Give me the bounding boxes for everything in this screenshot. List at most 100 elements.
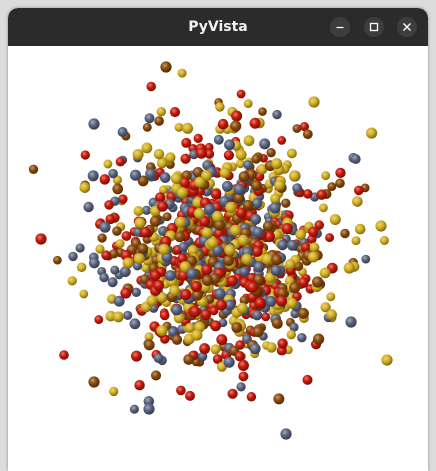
sphere-gold	[271, 158, 283, 170]
sphere-slate	[213, 134, 224, 145]
sphere-gold	[284, 259, 296, 270]
sphere-brown	[160, 61, 172, 73]
sphere-slate	[250, 213, 262, 225]
sphere-gold	[236, 302, 248, 314]
sphere-brown	[312, 276, 324, 288]
sphere-red	[121, 231, 132, 241]
sphere-red	[223, 150, 235, 161]
sphere-gold	[219, 167, 231, 179]
sphere-slate	[277, 239, 288, 251]
sphere-brown	[154, 116, 164, 126]
sphere-gold	[112, 311, 124, 323]
sphere-gold	[170, 172, 182, 185]
sphere-brown	[258, 107, 267, 116]
sphere-gold	[243, 135, 255, 147]
sphere-slate	[259, 138, 271, 150]
sphere-gold	[191, 329, 203, 341]
sphere-gold	[176, 187, 188, 199]
sphere-gold	[174, 122, 184, 132]
sphere-brown	[142, 122, 152, 132]
sphere-red	[231, 110, 243, 122]
render-viewport[interactable]	[8, 46, 428, 471]
sphere-brown	[281, 198, 291, 208]
sphere-gold	[307, 251, 319, 263]
sphere-red	[118, 194, 128, 204]
sphere-slate	[129, 169, 142, 181]
sphere-brown	[183, 354, 194, 365]
sphere-gold	[295, 229, 307, 240]
sphere-brown	[53, 255, 62, 265]
sphere-red	[94, 315, 104, 325]
sphere-gold	[132, 148, 144, 161]
sphere-gold	[174, 216, 187, 228]
sphere-gold	[351, 236, 361, 246]
sphere-slate	[265, 295, 277, 307]
sphere-slate	[221, 180, 233, 192]
sphere-gold	[156, 325, 168, 337]
sphere-gold	[375, 220, 387, 232]
sphere-slate	[153, 353, 164, 364]
sphere-slate	[87, 170, 99, 182]
sphere-slate	[75, 243, 85, 253]
sphere-brown	[112, 226, 122, 236]
sphere-red	[238, 371, 249, 382]
sphere-red	[234, 351, 245, 362]
sphere-gold	[79, 289, 89, 299]
sphere-red	[180, 153, 191, 164]
sphere-red	[236, 89, 246, 99]
sphere-slate	[123, 310, 133, 321]
sphere-red	[80, 150, 90, 160]
sphere-gold	[146, 295, 158, 307]
sphere-slate	[68, 251, 78, 262]
sphere-gold	[193, 208, 205, 219]
sphere-brown	[250, 180, 263, 192]
sphere-slate	[224, 139, 235, 151]
sphere-slate	[223, 356, 235, 368]
sphere-brown	[231, 322, 243, 333]
sphere-gold	[379, 235, 389, 245]
sphere-gold	[67, 276, 77, 286]
sphere-slate	[270, 264, 282, 276]
sphere-gold	[224, 244, 236, 256]
sphere-gold	[201, 227, 213, 239]
sphere-red	[189, 305, 201, 318]
sphere-brown	[174, 231, 186, 243]
sphere-gold	[169, 285, 180, 297]
sphere-red	[134, 379, 145, 391]
sphere-slate	[159, 172, 171, 183]
sphere-slate	[129, 318, 141, 330]
maximize-button[interactable]	[364, 17, 384, 37]
sphere-gold	[326, 309, 337, 320]
close-button[interactable]	[397, 17, 417, 37]
sphere-brown	[143, 339, 155, 351]
sphere-red	[181, 137, 192, 148]
sphere-slate	[252, 310, 263, 321]
sphere-red	[247, 281, 259, 293]
sphere-brown	[222, 255, 235, 267]
sphere-brown	[335, 178, 345, 189]
title-bar[interactable]: PyVista	[8, 8, 428, 46]
sphere-red	[249, 117, 261, 129]
sphere-red	[237, 359, 249, 371]
sphere-brown	[238, 171, 250, 183]
sphere-gold	[153, 148, 165, 160]
sphere-red	[227, 388, 238, 399]
sphere-brown	[266, 148, 276, 158]
minimize-button[interactable]	[330, 17, 350, 37]
sphere-slate	[297, 332, 307, 343]
sphere-red	[190, 280, 202, 293]
sphere-slate	[165, 270, 176, 281]
sphere-brown	[171, 334, 183, 345]
maximize-icon	[369, 22, 379, 32]
sphere-gold	[134, 217, 146, 229]
sphere-gold	[210, 344, 221, 355]
sphere-slate	[272, 109, 282, 120]
sphere-gold	[270, 193, 281, 204]
sphere-slate	[83, 201, 94, 213]
sphere-red	[353, 185, 364, 196]
sphere-red	[146, 81, 156, 92]
sphere-brown	[252, 326, 264, 338]
sphere-slate	[107, 277, 118, 288]
close-icon	[403, 23, 411, 31]
sphere-red	[193, 133, 203, 144]
